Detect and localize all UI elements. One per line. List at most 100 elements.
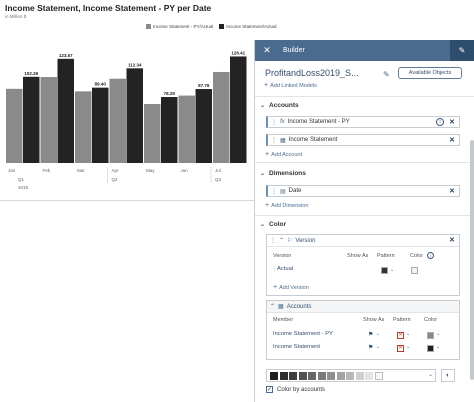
color-section-title: Color (269, 221, 287, 228)
flag-icon[interactable]: ⚑ (368, 331, 373, 338)
palette-swatch[interactable] (289, 371, 297, 380)
drag-handle-icon[interactable]: ⋮ (271, 119, 277, 126)
color-swatch-py[interactable] (427, 332, 434, 339)
account-token-actual[interactable]: ⋮ ▦ Income Statement ✕ (266, 134, 460, 146)
pattern-swatch-actual[interactable] (381, 267, 388, 274)
accounts-box-header[interactable]: ⌃ ▦ Accounts (267, 301, 459, 313)
bar-actual[interactable] (161, 97, 178, 163)
remove-account-py-icon[interactable]: ✕ (449, 118, 455, 126)
palette-swatch[interactable] (298, 371, 307, 380)
palette-swatch[interactable] (355, 371, 364, 380)
pattern-none-icon[interactable]: ✕ (397, 345, 404, 352)
col-show-as: Show As (363, 317, 385, 323)
add-account-link[interactable]: + Add Account (265, 151, 302, 158)
palette-swatch[interactable] (327, 371, 335, 380)
designer-toggle-icon[interactable]: ✎ (450, 40, 474, 61)
remove-account-actual-icon[interactable]: ✕ (449, 136, 455, 144)
palette-swatch[interactable] (270, 371, 278, 380)
palette-swatch[interactable] (365, 371, 373, 380)
chevron-down-icon[interactable]: ⌄ (376, 331, 380, 337)
version-row-actual[interactable]: Actual (277, 266, 293, 272)
data-label: 78.29 (164, 91, 176, 96)
x-tick-label: Jul (215, 168, 221, 173)
color-section-header[interactable]: ⌄ Color (260, 221, 286, 228)
member-row-actual[interactable]: Income Statement (273, 344, 320, 350)
legend-item-py[interactable]: Income Statement - PY/Actual (146, 24, 213, 29)
drag-handle-icon[interactable]: ⋮ (270, 237, 276, 244)
version-box-title: Version (295, 237, 316, 244)
palette-swatch[interactable] (374, 371, 383, 380)
accounts-section-header[interactable]: ⌄ Accounts (260, 102, 299, 109)
table-icon: ▦ (278, 304, 284, 310)
add-dimension-link[interactable]: + Add Dimension (265, 202, 308, 209)
add-linked-models-link[interactable]: + Add Linked Models (264, 82, 317, 89)
member-row-py[interactable]: Income Statement - PY (273, 331, 333, 337)
color-swatch-actual[interactable] (411, 267, 418, 274)
flag-icon[interactable]: ⚑ (368, 344, 373, 351)
bar-actual[interactable] (92, 87, 109, 163)
fx-icon: fx (280, 119, 285, 125)
bar-actual[interactable] (126, 68, 144, 163)
chevron-down-icon[interactable]: ⌄ (406, 331, 410, 337)
account-token-py[interactable]: ⋮ fx Income Statement - PY i ✕ (266, 116, 460, 128)
accounts-section: ⌄ Accounts ⋮ fx Income Statement - PY i … (255, 96, 474, 162)
bar-py[interactable] (75, 91, 92, 163)
builder-scrollbar[interactable] (470, 140, 474, 380)
chevron-down-icon[interactable]: ⌄ (390, 267, 394, 273)
drag-handle-icon[interactable]: ⋮ (272, 266, 277, 272)
pattern-none-icon[interactable]: ✕ (397, 332, 404, 339)
model-row: ProfitandLoss2019_S... ✎ Available Objec… (255, 61, 474, 91)
palette-swatch[interactable] (308, 371, 316, 380)
info-icon[interactable]: i (436, 118, 444, 126)
bar-py[interactable] (213, 71, 230, 163)
color-swatch-actual-account[interactable] (427, 345, 434, 352)
drag-handle-icon[interactable]: ⋮ (271, 137, 277, 144)
palette-settings-button[interactable]: ◐ (441, 369, 455, 382)
available-objects-button[interactable]: Available Objects (398, 67, 462, 79)
palette-swatch[interactable] (336, 371, 345, 380)
version-box-header[interactable]: ⋮ ⌃ ⚐ Version ✕ (267, 235, 459, 247)
bar-py[interactable] (109, 78, 127, 163)
info-icon[interactable]: i (427, 252, 434, 259)
remove-version-icon[interactable]: ✕ (449, 236, 455, 244)
chart-title: Income Statement, Income Statement - PY … (5, 3, 212, 13)
chevron-down-icon[interactable]: ⌄ (428, 371, 433, 378)
chart-area: Income Statement, Income Statement - PY … (0, 0, 277, 402)
bar-py[interactable] (40, 77, 58, 163)
bar-py[interactable] (6, 88, 23, 163)
edit-model-icon[interactable]: ✎ (383, 70, 390, 79)
caret-down-icon: ⌄ (260, 103, 266, 109)
palette-swatch[interactable] (346, 371, 354, 380)
add-account-label: Add Account (271, 151, 302, 158)
bar-chart: 102.26 Jan 123.57 Feb 89.40 Mar 112.34 Apr 78.29… (6, 50, 247, 190)
bar-py[interactable] (144, 104, 161, 163)
bar-py[interactable] (178, 95, 196, 163)
dimensions-section-header[interactable]: ⌄ Dimensions (260, 170, 306, 177)
add-version-label: Add Version (279, 284, 309, 291)
drag-handle-icon[interactable]: ⋮ (271, 188, 277, 195)
chevron-down-icon[interactable]: ⌄ (376, 344, 380, 350)
palette-swatch[interactable] (317, 371, 326, 380)
bar-actual[interactable] (23, 76, 40, 163)
chevron-up-icon[interactable]: ⌃ (279, 237, 284, 244)
color-by-accounts-checkbox[interactable]: ✓ (266, 386, 273, 393)
add-version-link[interactable]: + Add Version (273, 284, 309, 291)
chart-divider (0, 200, 254, 201)
color-palette-select[interactable]: ⌄ (266, 369, 436, 382)
dimension-token-date[interactable]: ⋮ ▤ Date ✕ (266, 185, 460, 197)
remove-dimension-date-icon[interactable]: ✕ (449, 187, 455, 195)
palette-swatch[interactable] (279, 371, 288, 380)
bar-actual[interactable] (230, 56, 247, 163)
legend-swatch-actual (219, 24, 225, 29)
legend-item-actual[interactable]: Income Statement/Actual (219, 24, 277, 29)
add-dimension-label: Add Dimension (271, 202, 309, 209)
chevron-down-icon[interactable]: ⌄ (406, 344, 410, 350)
version-color-box: ⋮ ⌃ ⚐ Version ✕ Version Show As Pattern … (266, 234, 460, 296)
bar-actual[interactable] (195, 89, 213, 163)
quarter-label: Q1 (18, 177, 25, 182)
chevron-down-icon[interactable]: ⌄ (436, 344, 440, 350)
chevron-down-icon[interactable]: ⌄ (436, 331, 440, 337)
tools-icon[interactable]: ✕ (255, 40, 279, 61)
bar-actual[interactable] (57, 58, 75, 163)
chevron-up-icon[interactable]: ⌃ (270, 303, 275, 310)
